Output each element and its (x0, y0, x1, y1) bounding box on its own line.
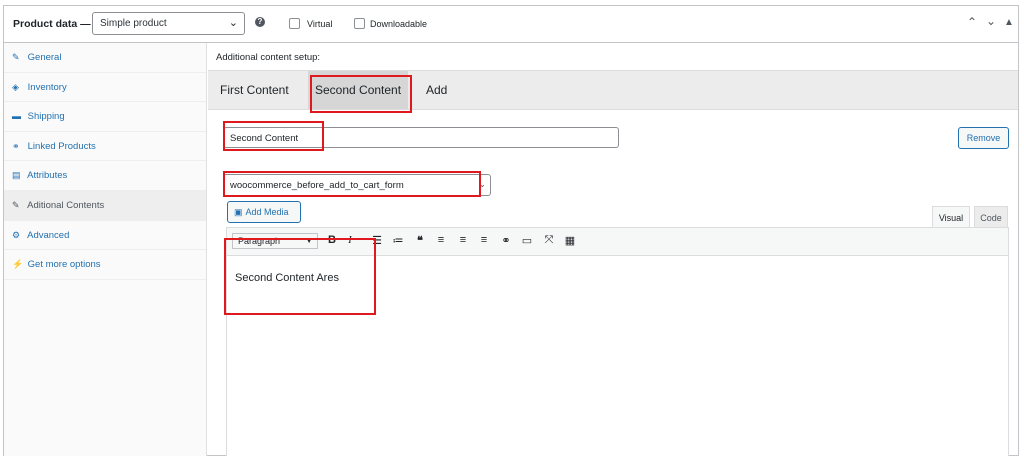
product-type-select[interactable]: Simple product ⌄ (92, 12, 245, 35)
remove-button[interactable]: Remove (958, 127, 1009, 149)
fullscreen-icon[interactable]: ⤧ (542, 234, 556, 247)
wrench-icon: ✎ (12, 52, 20, 62)
blockquote-icon[interactable]: ❝ (413, 234, 427, 247)
sidebar-item-label: Advanced (27, 229, 70, 241)
sidebar-item-label: Get more options (27, 259, 101, 271)
sidebar-item-attributes[interactable]: ▤ Attributes (4, 161, 206, 191)
bullet-list-icon[interactable]: ☰ (370, 234, 384, 247)
add-media-button[interactable]: ▣ Add Media (227, 201, 301, 223)
additional-content-panel: Additional content setup: First Content … (208, 43, 1018, 456)
paragraph-format-value: Paragraph (238, 236, 281, 246)
add-media-label: Add Media (245, 207, 289, 217)
truck-icon: ▬ (12, 111, 21, 122)
tab-first-content[interactable]: First Content (220, 71, 289, 109)
setup-heading: Additional content setup: (216, 52, 321, 63)
align-center-icon[interactable]: ≡ (456, 234, 470, 246)
product-data-title: Product data — (13, 18, 91, 30)
sidebar-item-label: Shipping (27, 111, 65, 123)
sidebar-item-get-more-options[interactable]: ⚡ Get more options (4, 250, 206, 280)
plugin-icon: ⚡ (12, 259, 24, 270)
tag-icon: ◈ (12, 81, 19, 92)
editor-toolbar: Paragraph ▼ B I ☰ ≔ ❝ ≡ ≡ ≡ ⚭ ▭ ⤧ ▦ (226, 227, 1009, 256)
product-data-tabs: ✎ General ◈ Inventory ▬ Shipping ⚭ Linke… (4, 43, 207, 456)
numbered-list-icon[interactable]: ≔ (391, 234, 405, 247)
sidebar-item-shipping[interactable]: ▬ Shipping (4, 102, 206, 132)
hook-value: woocommerce_before_add_to_cart_form (230, 180, 404, 191)
sidebar-item-linked-products[interactable]: ⚭ Linked Products (4, 132, 206, 162)
tab-visual[interactable]: Visual (932, 206, 970, 227)
content-title-value: Second Content (230, 133, 299, 144)
hook-select[interactable]: woocommerce_before_add_to_cart_form ⌄ (223, 174, 491, 196)
tab-add[interactable]: Add (426, 71, 447, 109)
tab-label: First Content (220, 83, 289, 97)
chevron-down-icon: ⌄ (478, 179, 486, 189)
virtual-checkbox[interactable] (289, 18, 300, 29)
wrench-icon: ✎ (12, 199, 20, 210)
tab-second-content[interactable]: Second Content (308, 71, 408, 109)
content-tabs: First Content Second Content Add (208, 70, 1018, 110)
sidebar-item-label: Inventory (27, 81, 67, 93)
product-data-panel: Product data — Simple product ⌄ ? Virtua… (3, 5, 1019, 456)
gear-icon: ⚙ (12, 229, 21, 240)
sidebar-item-inventory[interactable]: ◈ Inventory (4, 73, 206, 103)
caret-down-icon: ▼ (305, 236, 313, 245)
sidebar-item-aditional-contents[interactable]: ✎ Aditional Contents (4, 190, 206, 221)
sidebar-item-label: General (27, 52, 62, 63)
chevron-down-icon: ⌄ (228, 17, 238, 29)
paragraph-format-select[interactable]: Paragraph ▼ (232, 233, 318, 249)
sidebar-item-label: Attributes (27, 170, 68, 182)
toolbar-toggle-icon[interactable]: ▦ (563, 234, 577, 247)
content-editor[interactable]: Second Content Ares (226, 256, 1009, 456)
move-up-icon[interactable]: ⌃ (967, 15, 977, 29)
virtual-label: Virtual (307, 19, 333, 29)
sidebar-item-general[interactable]: ✎ General (4, 43, 206, 73)
editor-body-text: Second Content Ares (235, 272, 339, 284)
read-more-icon[interactable]: ▭ (520, 234, 534, 247)
italic-icon[interactable]: I (343, 234, 357, 246)
product-type-value: Simple product (100, 18, 167, 29)
link-icon[interactable]: ⚭ (499, 234, 513, 247)
link-icon: ⚭ (12, 140, 20, 151)
sidebar-item-label: Linked Products (27, 140, 96, 152)
media-icon: ▣ (234, 207, 243, 217)
tab-label: Second Content (315, 83, 402, 97)
downloadable-label: Downloadable (370, 19, 428, 29)
bold-icon[interactable]: B (325, 234, 339, 246)
downloadable-checkbox[interactable] (354, 18, 365, 29)
tab-code[interactable]: Code (974, 206, 1008, 227)
move-down-icon[interactable]: ⌄ (986, 14, 996, 28)
align-right-icon[interactable]: ≡ (477, 234, 491, 246)
sidebar-item-advanced[interactable]: ⚙ Advanced (4, 221, 206, 251)
sidebar-item-label: Aditional Contents (27, 199, 105, 211)
product-data-header: Product data — Simple product ⌄ ? Virtua… (4, 6, 1018, 43)
content-title-input[interactable]: Second Content (223, 127, 619, 148)
list-icon: ▤ (12, 170, 21, 181)
help-icon[interactable]: ? (255, 17, 265, 27)
toggle-panel-icon[interactable]: ▲ (1004, 17, 1014, 28)
align-left-icon[interactable]: ≡ (434, 234, 448, 246)
tab-label: Add (426, 83, 448, 97)
